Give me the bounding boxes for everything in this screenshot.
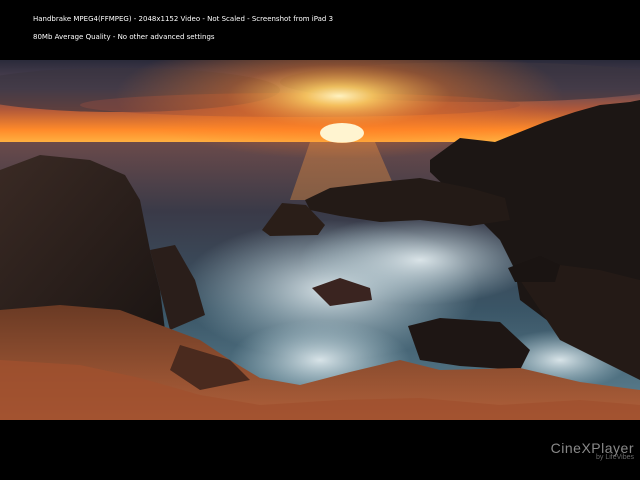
cinexplayer-logo: CineXPlayer by LifeVibes: [551, 440, 634, 461]
video-info-line-2: 80Mb Average Quality - No other advanced…: [33, 33, 215, 41]
sunset-seascape-image: [0, 60, 640, 420]
video-frame[interactable]: [0, 60, 640, 420]
video-info-line-1: Handbrake MPEG4(FFMPEG) - 2048x1152 Vide…: [33, 15, 334, 23]
